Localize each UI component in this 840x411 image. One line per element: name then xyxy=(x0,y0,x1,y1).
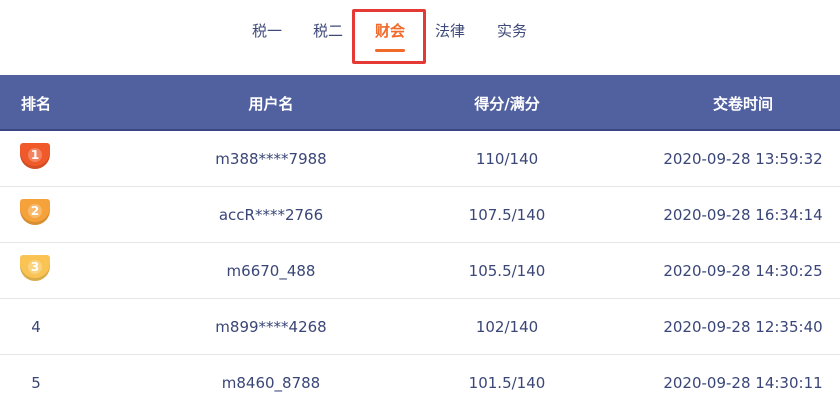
ranking-table-body: 1 m388****7988 110/140 2020-09-28 13:59:… xyxy=(0,131,840,411)
tab-practice[interactable]: 实务 xyxy=(497,20,527,41)
table-row: 5 m8460_8788 101.5/140 2020-09-28 14:30:… xyxy=(0,355,840,411)
submit-time-cell: 2020-09-28 13:59:32 xyxy=(663,150,823,168)
rank-cell: 5 xyxy=(31,374,41,392)
tab-highlight-box xyxy=(352,9,426,64)
tab-tax-two[interactable]: 税二 xyxy=(313,20,343,41)
ranking-table-header: 排名 用户名 得分/满分 交卷时间 xyxy=(0,75,840,131)
submit-time-cell: 2020-09-28 14:30:11 xyxy=(663,374,823,392)
username-cell: m388****7988 xyxy=(215,150,327,168)
header-username: 用户名 xyxy=(248,95,294,113)
score-cell: 102/140 xyxy=(475,318,539,336)
header-score: 得分/满分 xyxy=(474,95,540,113)
username-cell: accR****2766 xyxy=(218,206,324,224)
tab-law[interactable]: 法律 xyxy=(435,20,465,41)
username-cell: m899****4268 xyxy=(215,318,327,336)
score-cell: 107.5/140 xyxy=(468,206,546,224)
header-submit-time: 交卷时间 xyxy=(712,95,774,113)
table-row: 3 m6670_488 105.5/140 2020-09-28 14:30:2… xyxy=(0,243,840,299)
silver-medal-icon: 2 xyxy=(20,199,50,225)
bronze-medal-icon: 3 xyxy=(20,255,50,281)
score-cell: 105.5/140 xyxy=(468,262,546,280)
table-row: 4 m899****4268 102/140 2020-09-28 12:35:… xyxy=(0,299,840,355)
table-row: 2 accR****2766 107.5/140 2020-09-28 16:3… xyxy=(0,187,840,243)
header-rank: 排名 xyxy=(20,95,52,113)
submit-time-cell: 2020-09-28 12:35:40 xyxy=(663,318,823,336)
tab-tax-one[interactable]: 税一 xyxy=(252,20,282,41)
gold-medal-icon: 1 xyxy=(20,143,50,169)
table-row: 1 m388****7988 110/140 2020-09-28 13:59:… xyxy=(0,131,840,187)
username-cell: m6670_488 xyxy=(226,262,316,280)
username-cell: m8460_8788 xyxy=(221,374,321,392)
submit-time-cell: 2020-09-28 14:30:25 xyxy=(663,262,823,280)
score-cell: 101.5/140 xyxy=(468,374,546,392)
score-cell: 110/140 xyxy=(475,150,539,168)
subject-tabs: 税一 税二 财会 法律 实务 xyxy=(0,0,840,75)
submit-time-cell: 2020-09-28 16:34:14 xyxy=(663,206,823,224)
rank-cell: 4 xyxy=(31,318,41,336)
